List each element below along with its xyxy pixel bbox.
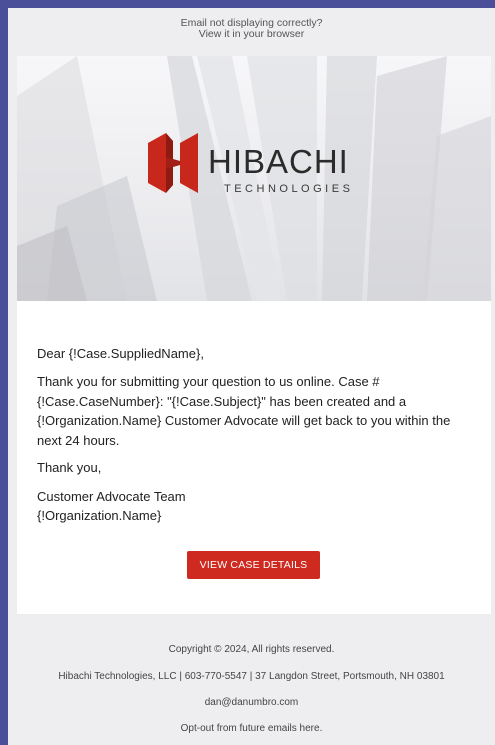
- contact-email-link[interactable]: dan@danumbro.com: [8, 697, 495, 708]
- hero-banner: HIBACHI TECHNOLOGIES: [17, 56, 491, 301]
- copyright-text: Copyright © 2024, All rights reserved.: [168, 644, 335, 655]
- view-case-details-button[interactable]: VIEW CASE DETAILS: [187, 551, 320, 579]
- browser-view-notice: Email not displaying correctly? View it …: [8, 8, 495, 54]
- hibachi-logo-mark-icon: [148, 133, 198, 193]
- logo-tagline: TECHNOLOGIES: [224, 183, 354, 195]
- opt-out-link[interactable]: Opt-out from future emails here.: [8, 723, 495, 734]
- signature-team: Customer Advocate Team: [37, 489, 186, 504]
- email-frame: Email not displaying correctly? View it …: [8, 8, 495, 745]
- logo-wordmark: HIBACHI: [208, 143, 349, 180]
- signature-org: {!Organization.Name}: [37, 508, 162, 523]
- view-in-browser-link[interactable]: View it in your browser: [8, 29, 495, 40]
- company-address: Hibachi Technologies, LLC | 603-770-5547…: [58, 671, 445, 682]
- thanks-text: Thank you,: [37, 460, 102, 475]
- message-text: Thank you for submitting your question t…: [37, 374, 451, 448]
- hibachi-logo: HIBACHI TECHNOLOGIES: [144, 131, 374, 201]
- email-body: Dear {!Case.SuppliedName}, Thank you for…: [17, 301, 491, 614]
- greeting-text: Dear {!Case.SuppliedName},: [37, 346, 204, 361]
